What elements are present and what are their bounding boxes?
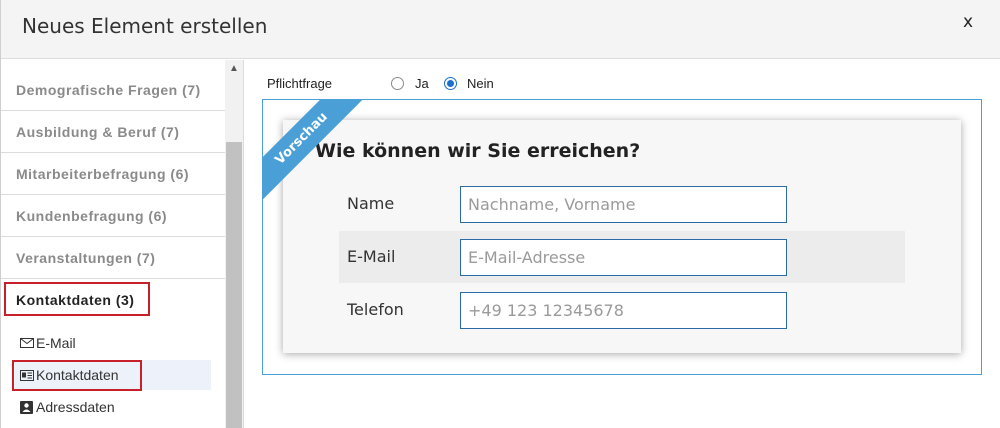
contact-row-email: E-Mail E-Mail-Adresse [339, 231, 905, 283]
radio-ja[interactable] [391, 77, 404, 90]
contact-row-telefon: Telefon +49 123 12345678 [339, 284, 905, 336]
scroll-thumb[interactable] [226, 142, 242, 428]
radio-ja-label[interactable]: Ja [415, 76, 429, 91]
radio-nein-label[interactable]: Nein [467, 76, 494, 91]
contact-book-icon [18, 400, 35, 414]
radio-nein[interactable] [444, 77, 457, 90]
dialog-header: Neues Element erstellen x [1, 0, 1000, 59]
subitem-adressdaten[interactable]: Adressdaten [15, 392, 211, 422]
envelope-icon [18, 337, 35, 350]
category-veranstaltungen[interactable]: Veranstaltungen (7) [1, 237, 225, 279]
category-demografische-fragen[interactable]: Demografische Fragen (7) [1, 69, 225, 111]
category-ausbildung-beruf[interactable]: Ausbildung & Beruf (7) [1, 111, 225, 153]
dialog-title: Neues Element erstellen [22, 14, 268, 38]
name-field[interactable]: Nachname, Vorname [460, 186, 787, 223]
question-card: Wie können wir Sie erreichen? Name Nachn… [283, 120, 961, 353]
category-highlight-box [4, 282, 150, 316]
category-kundenbefragung[interactable]: Kundenbefragung (6) [1, 195, 225, 237]
category-mitarbeiterbefragung[interactable]: Mitarbeiterbefragung (6) [1, 153, 225, 195]
main-panel: Pflichtfrage Ja Nein Wie können wir Sie … [244, 60, 1000, 428]
question-title: Wie können wir Sie erreichen? [315, 140, 641, 162]
phone-field[interactable]: +49 123 12345678 [460, 292, 787, 329]
preview-ribbon: Vorschau [263, 100, 363, 200]
subitem-highlight-box [12, 360, 142, 391]
field-label: E-Mail [347, 247, 396, 266]
subitem-email[interactable]: E-Mail [15, 328, 211, 358]
preview-frame: Wie können wir Sie erreichen? Name Nachn… [262, 99, 982, 375]
preview-ribbon-wrapper: Vorschau [263, 100, 363, 200]
field-label: Telefon [347, 300, 404, 319]
category-sidebar: Demografische Fragen (7) Ausbildung & Be… [1, 60, 244, 428]
subitem-label: Adressdaten [36, 399, 115, 415]
create-element-dialog: Neues Element erstellen x Demografische … [0, 0, 1000, 428]
required-label: Pflichtfrage [267, 76, 333, 91]
email-field[interactable]: E-Mail-Adresse [460, 239, 787, 276]
contact-row-name: Name Nachname, Vorname [339, 178, 905, 230]
sidebar-scrollbar[interactable]: ▲ [225, 60, 243, 428]
scroll-up-arrow-icon[interactable]: ▲ [225, 60, 243, 77]
close-button[interactable]: x [963, 12, 973, 32]
subitem-label: E-Mail [36, 335, 76, 351]
